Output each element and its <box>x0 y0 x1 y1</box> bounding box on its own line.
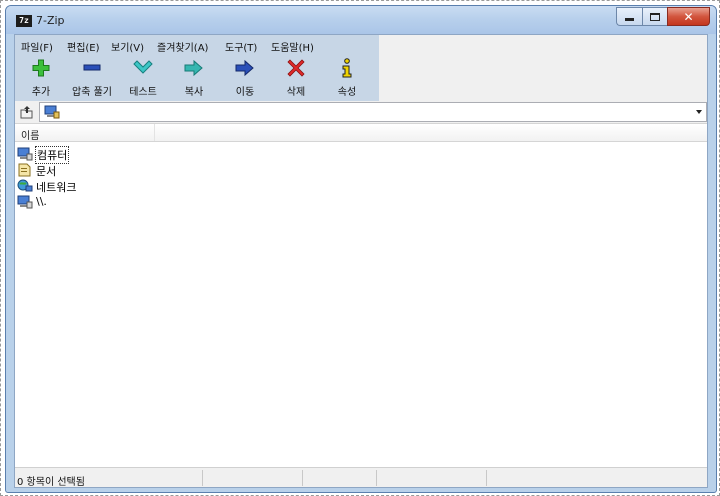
list-item-label: 네트워크 <box>36 181 77 194</box>
copy-button[interactable]: 복사 <box>170 55 218 101</box>
close-button[interactable]: ✕ <box>667 7 710 26</box>
client-area: 파일(F) 편집(E) 보기(V) 즐겨찾기(A) 도구(T) 도움말(H) 추… <box>14 34 708 488</box>
list-item-label: 문서 <box>36 165 57 178</box>
device-icon <box>17 195 33 209</box>
up-folder-icon <box>20 106 33 119</box>
list-rows: 컴퓨터 문서 네트워크 \\. <box>17 146 217 210</box>
status-modified <box>377 470 487 486</box>
properties-button[interactable]: 속성 <box>323 55 371 101</box>
test-button[interactable]: 테스트 <box>119 55 167 101</box>
test-label: 테스트 <box>129 87 157 98</box>
minus-icon <box>82 59 102 77</box>
properties-label: 속성 <box>337 87 357 98</box>
status-size <box>203 470 303 486</box>
address-bar <box>15 101 707 123</box>
window-controls: ✕ <box>616 7 710 26</box>
check-icon <box>133 59 153 77</box>
copy-arrow-icon <box>184 59 204 77</box>
menu-file[interactable]: 파일(F) <box>21 39 53 54</box>
extract-label: 압축 풀기 <box>72 87 112 98</box>
window-title: 7-Zip <box>36 14 65 27</box>
file-list[interactable]: 이름 컴퓨터 문서 네트워크 \\. <box>15 123 707 467</box>
app-logo-icon: 7z <box>16 15 32 27</box>
move-button[interactable]: 이동 <box>221 55 269 101</box>
menu-bar: 파일(F) 편집(E) 보기(V) 즐겨찾기(A) 도구(T) 도움말(H) <box>15 35 707 55</box>
computer-icon <box>17 147 33 161</box>
menu-tools[interactable]: 도구(T) <box>225 39 257 54</box>
screenshot-frame: 7z 7-Zip ✕ 파일(F) 편집(E) 보기(V) 즐겨찾기(A) 도구(… <box>0 0 720 496</box>
list-item-documents[interactable]: 문서 <box>17 162 217 178</box>
minimize-button[interactable] <box>616 7 642 26</box>
computer-icon <box>44 105 60 119</box>
maximize-button[interactable] <box>642 7 667 26</box>
minimize-icon <box>625 18 634 21</box>
delete-button[interactable]: 삭제 <box>272 55 320 101</box>
list-item-network[interactable]: 네트워크 <box>17 178 217 194</box>
add-button[interactable]: 추가 <box>17 55 65 101</box>
maximize-icon <box>650 12 660 21</box>
menu-help[interactable]: 도움말(H) <box>271 39 314 54</box>
add-label: 추가 <box>31 87 51 98</box>
move-arrow-icon <box>235 59 255 77</box>
delete-label: 삭제 <box>286 87 306 98</box>
network-icon <box>17 179 33 192</box>
extract-button[interactable]: 압축 풀기 <box>68 55 116 101</box>
info-icon <box>337 58 357 78</box>
delete-x-icon <box>286 59 306 77</box>
address-input[interactable] <box>39 102 707 122</box>
documents-folder-icon <box>18 163 31 177</box>
status-selection: 0 항목이 선택됨 <box>15 470 203 488</box>
menu-favorites[interactable]: 즐겨찾기(A) <box>157 39 208 54</box>
plus-icon <box>31 59 51 77</box>
toolbar: 추가 압축 풀기 테스트 복사 이동 삭제 속성 <box>15 55 707 101</box>
chevron-down-icon[interactable] <box>696 110 702 114</box>
close-icon: ✕ <box>683 9 694 24</box>
column-header: 이름 <box>15 124 707 142</box>
title-bar[interactable]: 7z 7-Zip ✕ <box>6 6 716 34</box>
list-item-device[interactable]: \\. <box>17 194 217 210</box>
column-name-header[interactable]: 이름 <box>15 124 155 142</box>
status-packed <box>303 470 377 486</box>
status-selection-text: 0 항목이 선택됨 <box>17 477 85 488</box>
column-name-label: 이름 <box>21 131 40 142</box>
status-bar: 0 항목이 선택됨 <box>15 467 707 488</box>
menu-edit[interactable]: 편집(E) <box>67 39 100 54</box>
move-label: 이동 <box>235 87 255 98</box>
copy-label: 복사 <box>184 87 204 98</box>
list-item-computer[interactable]: 컴퓨터 <box>17 146 217 164</box>
list-item-label: \\. <box>36 195 47 208</box>
app-window: 7z 7-Zip ✕ 파일(F) 편집(E) 보기(V) 즐겨찾기(A) 도구(… <box>5 5 717 493</box>
up-folder-button[interactable] <box>19 104 35 120</box>
menu-view[interactable]: 보기(V) <box>111 39 144 54</box>
